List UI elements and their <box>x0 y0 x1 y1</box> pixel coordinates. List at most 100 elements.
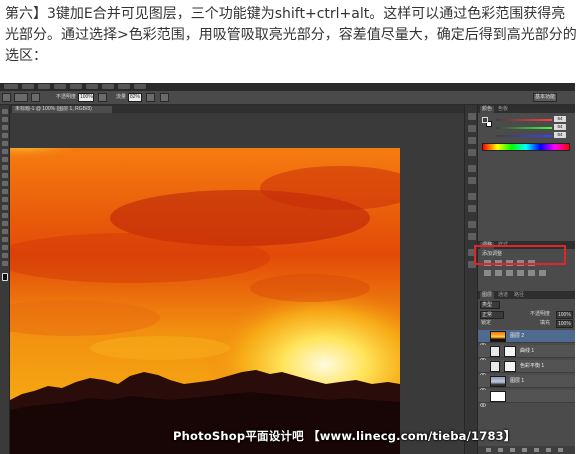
gradient-tool-icon[interactable] <box>2 197 8 202</box>
layer-thumbnail[interactable] <box>490 391 506 402</box>
add-mask-icon[interactable] <box>510 448 515 452</box>
new-adjustment-icon[interactable] <box>522 448 527 452</box>
tab-paths[interactable]: 路径 <box>512 292 526 299</box>
visibility-eye-icon[interactable] <box>479 333 487 347</box>
photo-filter-icon[interactable] <box>517 270 524 276</box>
brush-panel-icon[interactable] <box>468 137 476 144</box>
color-swatches-icon[interactable] <box>2 273 8 281</box>
brush-tool-icon[interactable] <box>2 93 11 102</box>
layer-opacity-field[interactable]: 100% <box>556 311 573 319</box>
history-panel-icon[interactable] <box>468 113 476 120</box>
visibility-eye-icon[interactable] <box>479 348 487 362</box>
paragraph-panel-icon[interactable] <box>468 177 476 184</box>
delete-layer-icon[interactable] <box>558 448 563 452</box>
healing-tool-icon[interactable] <box>2 157 8 162</box>
brush-panel-icon[interactable] <box>31 93 40 102</box>
brush-preset-picker[interactable] <box>14 93 28 102</box>
blend-mode-select[interactable]: 正常 <box>480 311 504 319</box>
info-panel-icon[interactable] <box>468 205 476 212</box>
menu-item[interactable] <box>22 84 34 89</box>
move-tool-icon[interactable] <box>2 109 8 114</box>
tab-channels[interactable]: 通道 <box>496 292 510 299</box>
menu-item[interactable] <box>4 84 18 89</box>
blue-value[interactable]: 64 <box>554 132 566 138</box>
color-spectrum-bar[interactable] <box>482 143 570 151</box>
stamp-tool-icon[interactable] <box>2 173 8 178</box>
pressure-size-icon[interactable] <box>160 93 169 102</box>
fill-field[interactable]: 100% <box>556 320 573 328</box>
hand-tool-icon[interactable] <box>2 253 8 258</box>
color-balance-icon[interactable] <box>495 270 502 276</box>
blur-tool-icon[interactable] <box>2 205 8 210</box>
visibility-eye-icon[interactable] <box>479 363 487 377</box>
layer-style-icon[interactable] <box>498 448 503 452</box>
pen-tool-icon[interactable] <box>2 221 8 226</box>
layer-row[interactable] <box>478 390 575 407</box>
layer-row[interactable]: 图层 1 <box>478 375 575 392</box>
document-canvas[interactable] <box>10 148 400 454</box>
path-select-tool-icon[interactable] <box>2 237 8 242</box>
menu-item[interactable] <box>38 84 50 89</box>
layer-mask-thumbnail[interactable] <box>504 346 516 357</box>
shape-tool-icon[interactable] <box>2 245 8 250</box>
adjustment-layer-icon[interactable] <box>490 346 500 357</box>
menu-item[interactable] <box>86 84 98 89</box>
marquee-tool-icon[interactable] <box>2 117 8 122</box>
blue-slider[interactable]: 64 <box>496 132 568 138</box>
hue-sat-icon[interactable] <box>484 270 491 276</box>
green-value[interactable]: 64 <box>554 124 566 130</box>
crop-tool-icon[interactable] <box>2 141 8 146</box>
layer-row[interactable]: 图层 2 <box>478 330 575 347</box>
red-value[interactable]: 64 <box>554 116 566 122</box>
menu-item[interactable] <box>118 84 130 89</box>
flow-field[interactable]: 82% <box>128 93 142 102</box>
workspace-switcher[interactable]: 基本功能 <box>533 93 557 102</box>
menu-item[interactable] <box>70 84 82 89</box>
canvas-area <box>10 113 470 454</box>
document-tab[interactable]: 未标题-1 @ 100% (图层 1, RGB/8) <box>12 106 112 113</box>
tools-panel <box>0 105 10 454</box>
eyedropper-tool-icon[interactable] <box>2 149 8 154</box>
invert-icon[interactable] <box>539 270 546 276</box>
red-slider[interactable]: 64 <box>496 116 568 122</box>
clone-source-icon[interactable] <box>468 149 476 156</box>
airbrush-icon[interactable] <box>146 93 155 102</box>
actions-panel-icon[interactable] <box>468 125 476 132</box>
opacity-field[interactable]: 100% <box>78 93 94 102</box>
layer-row[interactable]: 曲线 1 <box>478 345 575 362</box>
eraser-tool-icon[interactable] <box>2 189 8 194</box>
new-group-icon[interactable] <box>534 448 539 452</box>
tab-swatches[interactable]: 色板 <box>496 106 510 113</box>
menu-item[interactable] <box>102 84 114 89</box>
layer-kind-filter[interactable]: 类型 <box>480 301 500 309</box>
history-brush-icon[interactable] <box>2 181 8 186</box>
type-tool-icon[interactable] <box>2 229 8 234</box>
character-panel-icon[interactable] <box>468 165 476 172</box>
menu-item[interactable] <box>54 84 66 89</box>
visibility-eye-icon[interactable] <box>479 378 487 392</box>
layer-thumbnail[interactable] <box>490 376 506 387</box>
channel-mixer-icon[interactable] <box>528 270 535 276</box>
layer-row[interactable]: 色彩平衡 1 <box>478 360 575 377</box>
pressure-opacity-icon[interactable] <box>98 93 107 102</box>
menu-item[interactable] <box>134 84 146 89</box>
tab-color[interactable]: 颜色 <box>480 106 495 113</box>
color-fg-bg-icon[interactable] <box>482 117 492 127</box>
link-layers-icon[interactable] <box>486 448 491 452</box>
layer-mask-thumbnail[interactable] <box>504 361 516 372</box>
3d-panel-icon[interactable] <box>468 233 476 240</box>
adjustment-layer-icon[interactable] <box>490 361 500 372</box>
visibility-eye-icon[interactable] <box>479 393 487 407</box>
navigator-icon[interactable] <box>468 193 476 200</box>
bw-icon[interactable] <box>506 270 513 276</box>
green-slider[interactable]: 64 <box>496 124 568 130</box>
zoom-tool-icon[interactable] <box>2 261 8 266</box>
new-layer-icon[interactable] <box>546 448 551 452</box>
lasso-tool-icon[interactable] <box>2 125 8 130</box>
properties-icon[interactable] <box>468 221 476 228</box>
brush-tool-icon[interactable] <box>2 165 8 170</box>
dodge-tool-icon[interactable] <box>2 213 8 218</box>
layer-thumbnail[interactable] <box>490 331 506 342</box>
quick-select-tool-icon[interactable] <box>2 133 8 138</box>
tab-layers[interactable]: 图层 <box>480 292 495 299</box>
